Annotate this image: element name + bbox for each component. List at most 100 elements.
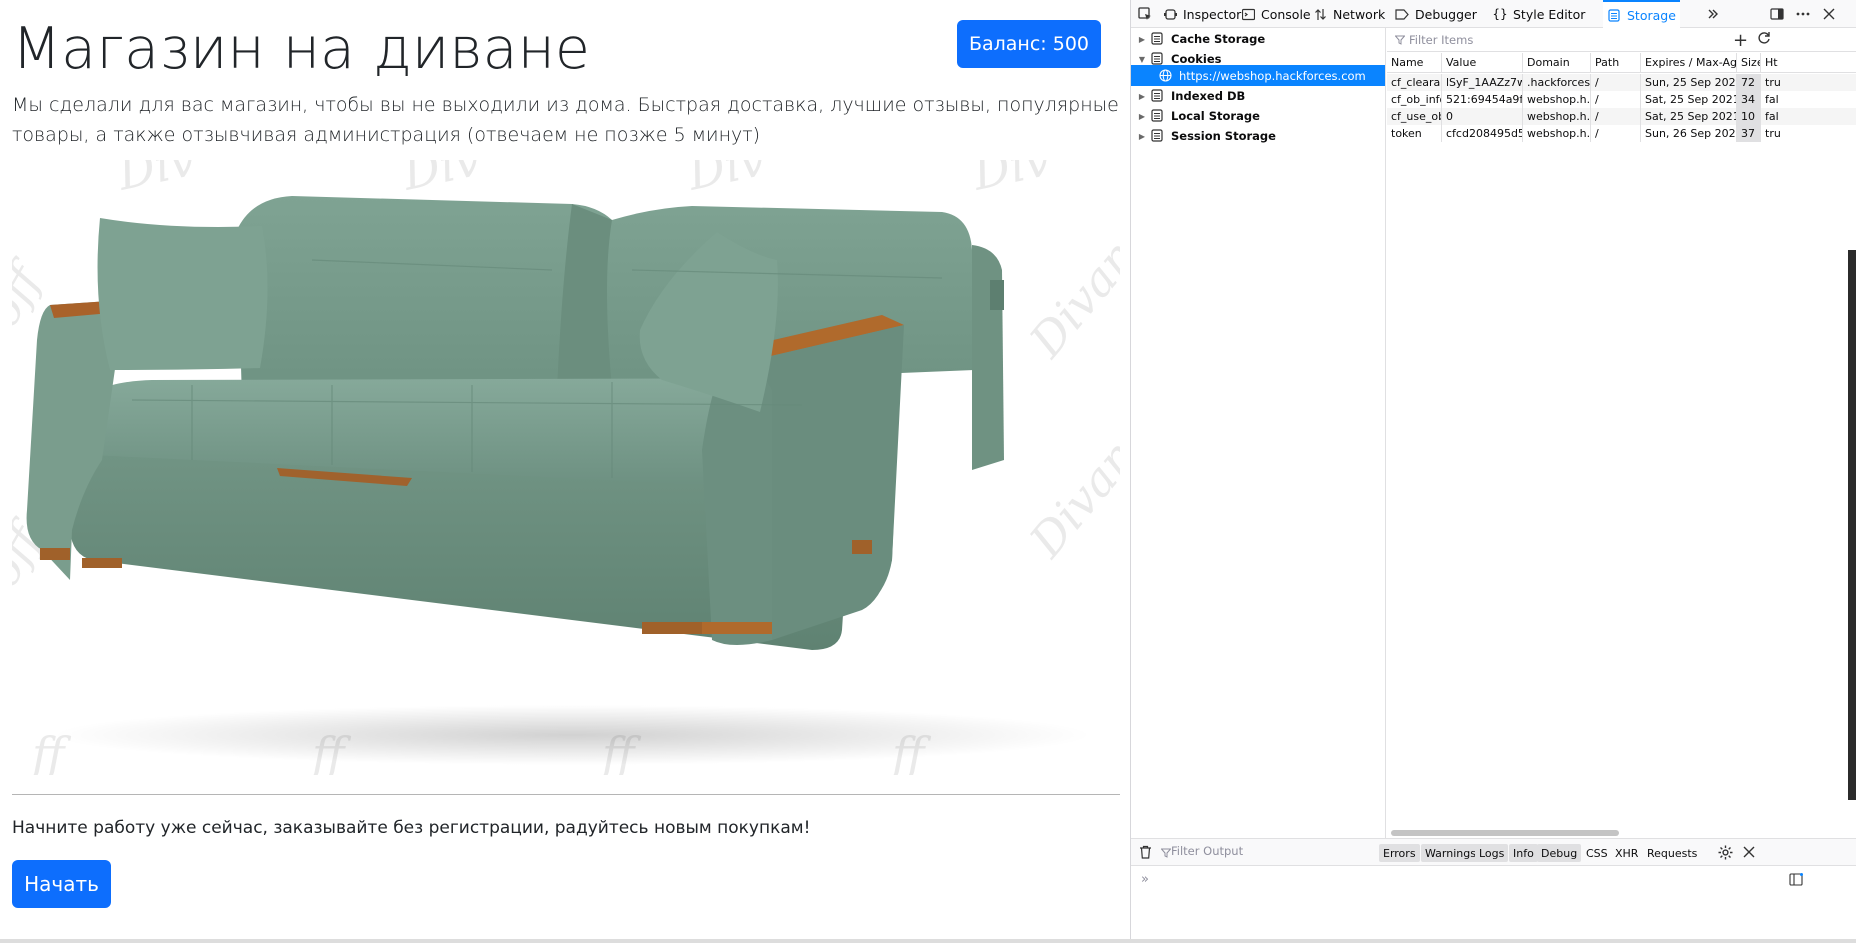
filter-funnel-icon <box>1161 848 1171 858</box>
logs-toggle[interactable]: Logs <box>1475 844 1509 862</box>
cell-httponly: tru <box>1765 76 1781 89</box>
css-toggle[interactable]: CSS <box>1582 844 1612 862</box>
cell-path: / <box>1591 91 1641 108</box>
cell-name: cf_use_ob <box>1387 108 1442 125</box>
svg-text:Div: Div <box>682 160 770 201</box>
cell-value: lSyF_1AAZz7w... <box>1442 74 1523 91</box>
tab-inspector[interactable]: Inspector <box>1163 0 1241 28</box>
debugger-icon <box>1395 7 1409 21</box>
sidebar-item-label: Indexed DB <box>1171 89 1246 103</box>
table-row[interactable]: cf_cleara... lSyF_1AAZz7w... .hackforces… <box>1387 74 1856 91</box>
expand-arrow-icon: ▶ <box>1138 91 1146 101</box>
column-header-domain[interactable]: Domain <box>1523 53 1591 72</box>
cell-domain: .hackforces.... <box>1523 74 1591 91</box>
cell-size: 10 <box>1737 108 1761 125</box>
filter-items-input[interactable] <box>1409 32 1789 47</box>
tab-debugger[interactable]: Debugger <box>1395 0 1477 28</box>
section-divider <box>12 794 1120 795</box>
horizontal-scrollbar[interactable] <box>1391 830 1619 836</box>
cell-value: cfcd208495d5... <box>1442 125 1523 142</box>
table-row[interactable]: cf_ob_info 521:69454a9f7... webshop.h...… <box>1387 91 1856 108</box>
page-title: Магазин на диване <box>12 16 590 82</box>
console-input-line[interactable]: » <box>1131 866 1856 896</box>
sofa-image: Div Div Div Div off off ff ff ff ff Diva… <box>12 160 1120 775</box>
requests-toggle[interactable]: Requests <box>1643 844 1701 862</box>
column-header-path[interactable]: Path <box>1591 53 1641 72</box>
tab-network[interactable]: Network <box>1313 0 1385 28</box>
cta-text: Начните работу уже сейчас, заказывайте б… <box>12 818 811 838</box>
trash-icon[interactable] <box>1139 845 1152 859</box>
svg-text:Div: Div <box>967 160 1055 201</box>
cell-httponly: tru <box>1765 127 1781 140</box>
svg-text:Divan: Divan <box>1018 429 1120 568</box>
warnings-toggle[interactable]: Warnings <box>1421 844 1480 862</box>
expand-arrow-icon: ▶ <box>1138 111 1146 121</box>
sidebar-item-label: Local Storage <box>1171 109 1260 123</box>
sidebar-item-local-storage[interactable]: ▶ Local Storage <box>1131 105 1385 127</box>
column-header-httponly[interactable]: Ht <box>1761 53 1791 72</box>
table-header-row: Name Value Domain Path Expires / Max-Age… <box>1387 53 1856 73</box>
element-picker-icon[interactable] <box>1137 6 1153 22</box>
cell-path: / <box>1591 74 1641 91</box>
cell-expires: Sat, 25 Sep 2021 1... <box>1641 108 1737 125</box>
tab-inspector-label: Inspector <box>1183 6 1242 22</box>
database-icon <box>1151 89 1165 103</box>
dock-side-icon[interactable] <box>1769 6 1785 22</box>
sidebar-item-webshop-host[interactable]: https://webshop.hackforces.com <box>1131 65 1385 86</box>
sidebar-item-label: Session Storage <box>1171 129 1276 143</box>
tab-network-label: Network <box>1333 6 1386 22</box>
console-settings-gear-icon[interactable] <box>1718 845 1733 860</box>
errors-toggle[interactable]: Errors <box>1379 844 1420 862</box>
column-header-name[interactable]: Name <box>1387 53 1442 72</box>
split-console-icon[interactable] <box>1789 873 1803 886</box>
devtools-panel: Inspector Console Network Debugger {} St… <box>1130 0 1856 939</box>
console-prompt: » <box>1141 872 1149 887</box>
balance-button[interactable]: Баланс: 500 <box>957 20 1101 68</box>
svg-text:Div: Div <box>112 160 200 201</box>
close-devtools-icon[interactable] <box>1821 6 1837 22</box>
refresh-icon[interactable] <box>1757 31 1771 45</box>
close-console-icon[interactable] <box>1743 846 1755 858</box>
sidebar-item-session-storage[interactable]: ▶ Session Storage <box>1131 125 1385 147</box>
cell-name: cf_cleara... <box>1387 74 1442 91</box>
add-item-icon[interactable]: + <box>1733 30 1748 51</box>
storage-filter-bar: + <box>1387 28 1856 52</box>
cell-httponly: fal <box>1765 110 1779 123</box>
shop-page: Магазин на диване Баланс: 500 Мы сделали… <box>0 0 1130 939</box>
table-row[interactable]: cf_use_ob 0 webshop.h... / Sat, 25 Sep 2… <box>1387 108 1856 125</box>
start-button[interactable]: Начать <box>12 860 111 908</box>
info-toggle[interactable]: Info <box>1509 844 1538 862</box>
collapse-arrow-icon: ▼ <box>1138 54 1146 64</box>
sidebar-item-label: Cookies <box>1171 52 1222 66</box>
cell-expires: Sun, 26 Sep 2021 0... <box>1641 125 1737 142</box>
page-lead-text: Мы сделали для вас магазин, чтобы вы не … <box>12 94 1119 146</box>
console-toolbar: Errors Warnings Logs Info Debug CSS XHR … <box>1131 838 1856 866</box>
xhr-toggle[interactable]: XHR <box>1611 844 1642 862</box>
network-icon <box>1313 7 1327 21</box>
tab-style-editor[interactable]: {} Style Editor <box>1492 0 1585 28</box>
window-scrollbar[interactable] <box>1848 250 1856 800</box>
cell-expires: Sat, 25 Sep 2021 1... <box>1641 91 1737 108</box>
table-row[interactable]: token cfcd208495d5... webshop.h... / Sun… <box>1387 125 1856 142</box>
cell-size: 37 <box>1737 125 1761 142</box>
sidebar-item-indexed-db[interactable]: ▶ Indexed DB <box>1131 85 1385 107</box>
more-tabs-chevron-icon[interactable] <box>1705 6 1721 22</box>
filter-output-input[interactable] <box>1171 844 1351 858</box>
column-header-size[interactable]: Size <box>1737 53 1761 72</box>
debug-toggle[interactable]: Debug <box>1537 844 1582 862</box>
cell-domain: webshop.h... <box>1523 91 1591 108</box>
expand-arrow-icon: ▶ <box>1138 34 1146 44</box>
tab-console[interactable]: Console <box>1241 0 1311 28</box>
tab-storage[interactable]: Storage <box>1603 0 1680 28</box>
more-options-icon[interactable] <box>1795 6 1811 22</box>
column-header-value[interactable]: Value <box>1442 53 1523 72</box>
sofa-illustration: Div Div Div Div off off ff ff ff ff Diva… <box>12 160 1120 775</box>
column-header-expires[interactable]: Expires / Max-Age <box>1641 53 1737 72</box>
sidebar-item-cache-storage[interactable]: ▶ Cache Storage <box>1131 28 1385 50</box>
cell-size: 72 <box>1737 74 1761 91</box>
window-bottom-border <box>0 939 1856 943</box>
cell-value: 0 <box>1442 108 1523 125</box>
cell-domain: webshop.h... <box>1523 108 1591 125</box>
storage-icon <box>1607 8 1621 22</box>
cell-value: 521:69454a9f7... <box>1442 91 1523 108</box>
